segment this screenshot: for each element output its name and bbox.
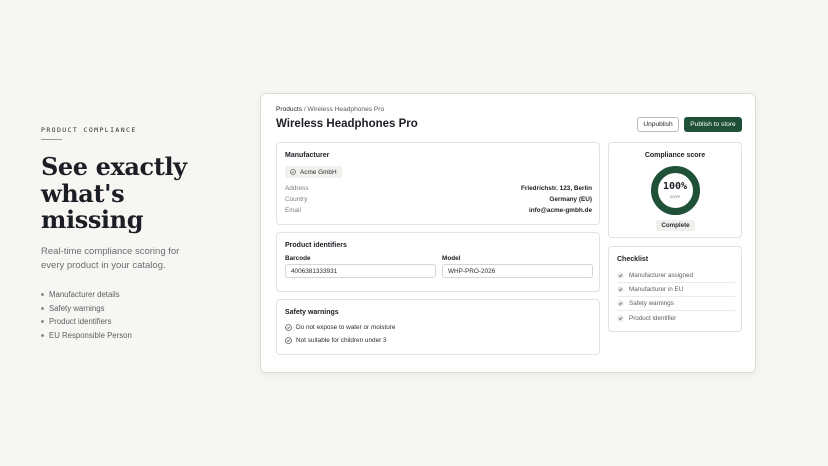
- checklist-item: Manufacturer assigned: [617, 269, 735, 283]
- eyebrow-label: PRODUCT COMPLIANCE: [41, 126, 137, 134]
- check-circle-icon: [285, 324, 292, 331]
- checklist-label: Safety warnings: [629, 300, 674, 307]
- checklist-item: Safety warnings: [617, 297, 735, 311]
- email-value: info@acme-gmbh.de: [528, 207, 592, 214]
- breadcrumb-products-link[interactable]: Products: [276, 106, 302, 113]
- unpublish-button[interactable]: Unpublish: [637, 117, 679, 132]
- country-value: Germany (EU): [549, 196, 592, 203]
- headline-line: missing: [41, 205, 144, 234]
- model-field[interactable]: WHP-PRO-2026: [442, 264, 593, 278]
- feature-item: Product identifiers: [41, 315, 231, 329]
- manufacturer-chip[interactable]: Acme GmbH: [285, 166, 342, 178]
- card-title: Safety warnings: [285, 309, 339, 316]
- check-circle-icon: [617, 272, 624, 279]
- bullet-icon: [41, 334, 44, 338]
- app-window: Products / Wireless Headphones Pro Wirel…: [260, 93, 756, 373]
- breadcrumb-current: Wireless Headphones Pro: [307, 106, 385, 113]
- feature-item: Manufacturer details: [41, 288, 231, 302]
- card-title: Checklist: [617, 256, 649, 263]
- checklist-card: Checklist Manufacturer assigned Manufact…: [608, 246, 742, 332]
- publish-button[interactable]: Publish to store: [684, 117, 742, 132]
- feature-label: EU Responsible Person: [49, 331, 132, 341]
- country-label: Country: [285, 196, 308, 203]
- score-value: 100%: [662, 181, 688, 192]
- checklist-label: Manufacturer in EU: [629, 286, 684, 293]
- check-circle-icon: [617, 286, 624, 293]
- feature-label: Product identifiers: [49, 317, 112, 327]
- card-title: Manufacturer: [285, 152, 330, 159]
- check-circle-icon: [617, 314, 624, 322]
- feature-item: EU Responsible Person: [41, 329, 231, 343]
- status-badge: Complete: [656, 220, 695, 231]
- headline: See exactly what's missing: [41, 152, 231, 234]
- checklist-item: Manufacturer in EU: [617, 283, 735, 297]
- breadcrumb: Products / Wireless Headphones Pro: [276, 106, 384, 113]
- address-label: Address: [285, 185, 309, 192]
- checklist-item: Product identifier: [617, 311, 735, 325]
- barcode-field[interactable]: 4006381333931: [285, 264, 436, 278]
- compliance-score-card: Compliance score 100% score Complete: [608, 142, 742, 238]
- product-identifiers-card: Product identifiers Barcode 400638133393…: [276, 232, 600, 292]
- manufacturer-card: Manufacturer Acme GmbH Address Friedrichs…: [276, 142, 600, 225]
- model-label: Model: [442, 255, 461, 262]
- feature-item: Safety warnings: [41, 301, 231, 315]
- check-circle-icon: [617, 300, 624, 307]
- safety-warning-item: Not suitable for children under 3: [285, 337, 387, 344]
- feature-label: Safety warnings: [49, 303, 105, 313]
- safety-warning-text: Do not expose to water or moisture: [296, 324, 396, 331]
- feature-label: Manufacturer details: [49, 289, 120, 299]
- address-value: Friedrichstr. 123, Berlin: [520, 185, 592, 192]
- eyebrow-divider: [41, 139, 62, 140]
- address-row: Address Friedrichstr. 123, Berlin: [285, 185, 592, 192]
- card-title: Product identifiers: [285, 242, 347, 249]
- country-row: Country Germany (EU): [285, 196, 592, 203]
- feature-list: Manufacturer details Safety warnings Pro…: [41, 288, 231, 343]
- barcode-label: Barcode: [285, 255, 311, 262]
- manufacturer-name: Acme GmbH: [300, 168, 337, 176]
- subtitle: Real-time compliance scoring for every p…: [41, 245, 180, 271]
- check-circle-icon: [290, 169, 296, 175]
- email-label: Email: [285, 207, 301, 214]
- checklist-label: Manufacturer assigned: [629, 272, 694, 279]
- safety-warning-item: Do not expose to water or moisture: [285, 324, 395, 331]
- headline-line: what's: [41, 178, 125, 208]
- card-title: Compliance score: [644, 152, 706, 159]
- score-caption: score: [669, 194, 681, 199]
- bullet-icon: [41, 292, 44, 296]
- page-title: Wireless Headphones Pro: [276, 118, 418, 130]
- check-circle-icon: [285, 337, 292, 344]
- bullet-icon: [41, 306, 44, 310]
- bullet-icon: [41, 320, 44, 324]
- safety-warnings-card: Safety warnings Do not expose to water o…: [276, 299, 600, 355]
- marketing-panel: PRODUCT COMPLIANCE See exactly what's mi…: [41, 126, 231, 343]
- headline-line: See exactly: [41, 152, 187, 181]
- checklist-label: Product identifier: [629, 314, 677, 322]
- safety-warning-text: Not suitable for children under 3: [296, 337, 387, 344]
- email-row: Email info@acme-gmbh.de: [285, 207, 592, 214]
